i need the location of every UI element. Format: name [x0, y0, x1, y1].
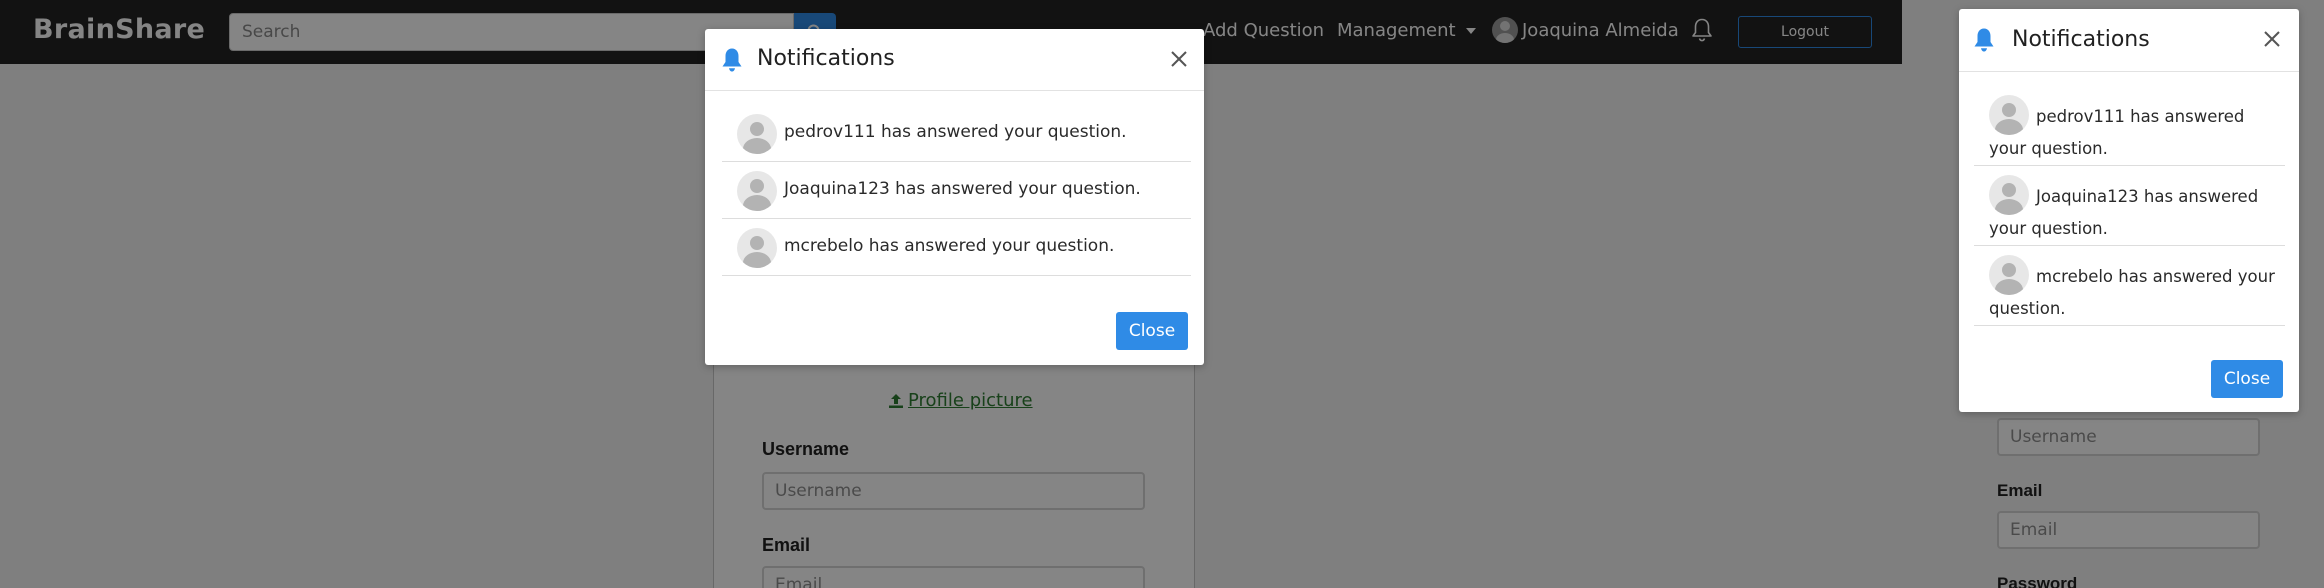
list-item[interactable]: mcrebelo has answered your question.	[1974, 246, 2285, 326]
list-item[interactable]: Joaquina123 has answered your question.	[722, 162, 1191, 219]
close-icon[interactable]	[2263, 30, 2281, 48]
notifications-modal: Notifications pedrov111 has answered you…	[705, 29, 1204, 365]
notification-text: Joaquina123 has answered your question.	[1989, 187, 2259, 238]
notification-list: pedrov111 has answered your question. Jo…	[722, 105, 1191, 276]
bell-icon	[722, 48, 742, 72]
modal-header: Notifications	[1959, 9, 2299, 72]
modal-title: Notifications	[2012, 27, 2150, 52]
close-button[interactable]: Close	[2211, 360, 2283, 398]
list-item[interactable]: pedrov111 has answered your question.	[1974, 86, 2285, 166]
notification-text: pedrov111 has answered your question.	[784, 122, 1127, 142]
notification-text: pedrov111 has answered your question.	[1989, 107, 2245, 158]
notification-text: mcrebelo has answered your question.	[784, 236, 1115, 256]
list-item[interactable]: Joaquina123 has answered your question.	[1974, 166, 2285, 246]
notification-text: mcrebelo has answered your question.	[1989, 267, 2275, 318]
notification-text: Joaquina123 has answered your question.	[784, 179, 1141, 199]
avatar-icon	[737, 114, 777, 154]
notification-list: pedrov111 has answered your question. Jo…	[1974, 86, 2285, 326]
list-item[interactable]: pedrov111 has answered your question.	[722, 105, 1191, 162]
avatar-icon	[737, 228, 777, 268]
notifications-modal: Notifications pedrov111 has answered you…	[1959, 9, 2299, 412]
avatar-icon	[737, 171, 777, 211]
bell-icon	[1974, 28, 1994, 52]
modal-title: Notifications	[757, 46, 895, 71]
list-item[interactable]: mcrebelo has answered your question.	[722, 219, 1191, 276]
close-button[interactable]: Close	[1116, 312, 1188, 350]
close-icon[interactable]	[1170, 50, 1188, 68]
modal-header: Notifications	[705, 29, 1204, 91]
